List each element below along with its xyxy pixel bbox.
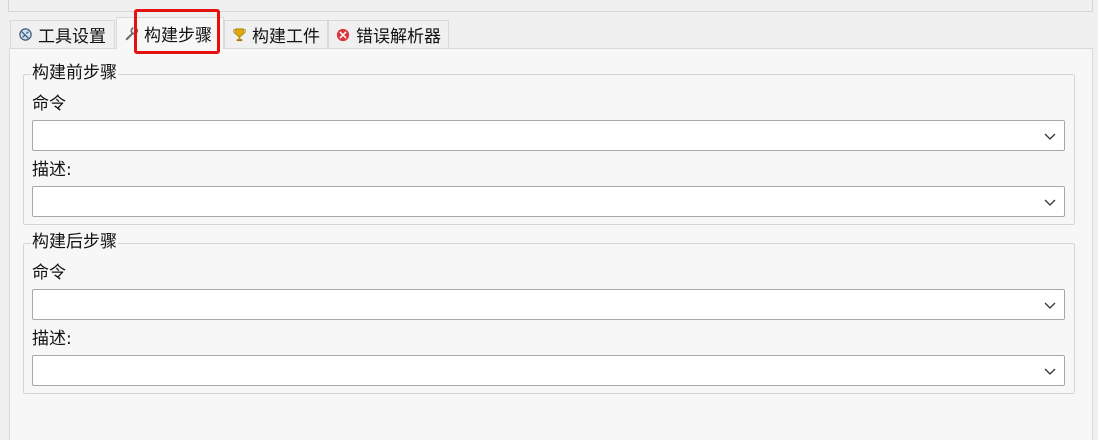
description-label: 描述: — [32, 329, 72, 349]
tab-label: 构建工件 — [252, 27, 320, 47]
post-build-steps-group: 构建后步骤 命令 描述: — [23, 231, 1075, 394]
pre-build-steps-group: 构建前步骤 命令 描述: — [23, 62, 1075, 225]
build-settings-window: 工具设置 构建步骤 构建工件 错误解析器 构建前步骤 命令 描述: 构建后步骤 … — [0, 0, 1098, 440]
chevron-down-icon — [1044, 199, 1056, 206]
tab-label: 构建步骤 — [144, 26, 212, 46]
build-steps-panel: 构建前步骤 命令 描述: 构建后步骤 命令 描述: — [9, 48, 1093, 440]
tab-build-steps[interactable]: 构建步骤 — [116, 17, 224, 49]
tab-error-parsers[interactable]: 错误解析器 — [328, 20, 449, 48]
chevron-down-icon — [1044, 133, 1056, 140]
post-build-command-combobox[interactable] — [32, 289, 1065, 320]
group-title: 构建后步骤 — [31, 231, 118, 253]
post-build-description-combobox[interactable] — [32, 355, 1065, 386]
trophy-icon — [231, 27, 247, 43]
tab-label: 工具设置 — [38, 27, 106, 47]
description-label: 描述: — [32, 160, 72, 180]
gear-icon — [17, 27, 33, 43]
chevron-down-icon — [1044, 302, 1056, 309]
chevron-down-icon — [1044, 368, 1056, 375]
top-frame-strip — [8, 0, 1093, 12]
error-icon — [335, 27, 351, 43]
pre-build-command-combobox[interactable] — [32, 120, 1065, 151]
tab-bar: 工具设置 构建步骤 构建工件 错误解析器 — [10, 17, 1090, 49]
command-label: 命令 — [32, 263, 66, 283]
tab-build-artifacts[interactable]: 构建工件 — [224, 20, 328, 48]
tab-tool-settings[interactable]: 工具设置 — [10, 20, 115, 48]
wrench-icon — [123, 26, 139, 42]
group-title: 构建前步骤 — [31, 62, 118, 84]
command-label: 命令 — [32, 94, 66, 114]
pre-build-description-combobox[interactable] — [32, 186, 1065, 217]
tab-label: 错误解析器 — [356, 27, 441, 47]
